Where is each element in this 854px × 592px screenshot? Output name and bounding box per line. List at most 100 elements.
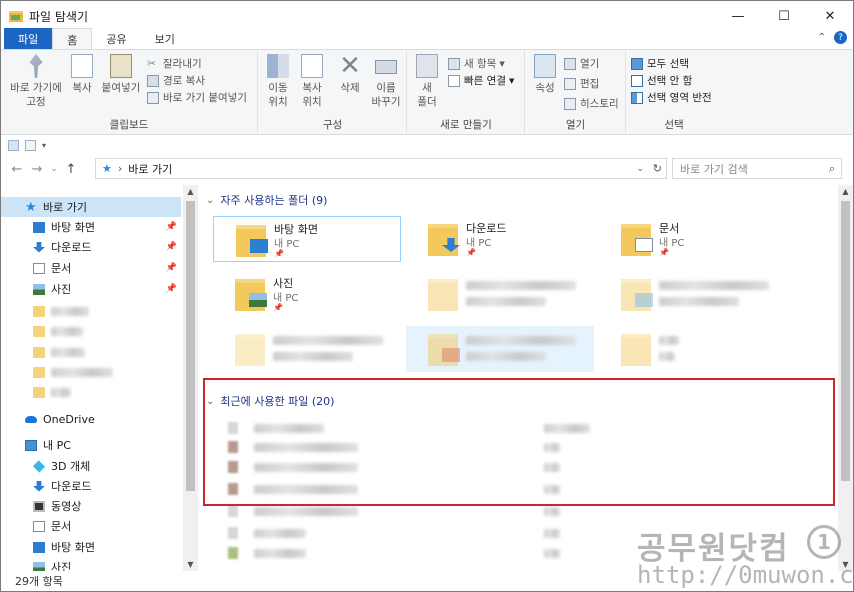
nav-item-redacted[interactable] — [1, 301, 181, 321]
folder-tile-redacted[interactable] — [599, 326, 787, 372]
new-item-icon — [448, 57, 460, 70]
computer-icon — [25, 439, 37, 451]
search-icon[interactable]: ⌕ — [829, 162, 835, 176]
list-item[interactable] — [228, 525, 560, 541]
nav-item-redacted[interactable] — [1, 321, 181, 341]
path-icon — [147, 74, 159, 87]
nav-item-3d-objects[interactable]: 3D 개체 — [1, 456, 181, 476]
maximize-button[interactable]: ☐ — [761, 1, 807, 31]
nav-item-videos[interactable]: 동영상 — [1, 496, 181, 516]
scroll-up-arrow-icon[interactable]: ▲ — [183, 187, 198, 196]
copy-to-button[interactable]: 복사 위치 — [297, 54, 327, 109]
navigation-scrollbar[interactable]: ▲ ▼ — [183, 185, 198, 571]
nav-item-redacted[interactable] — [1, 342, 181, 362]
select-none-button[interactable]: 선택 안 함 — [631, 73, 692, 88]
list-item[interactable] — [228, 545, 560, 561]
pin-quick-access-button[interactable]: 바로 가기에 고정 — [7, 54, 65, 109]
collapse-ribbon-chevron-icon[interactable]: ⌃ — [818, 32, 826, 43]
cut-button[interactable]: ✂ 잘라내기 — [147, 56, 202, 71]
scroll-thumb[interactable] — [186, 201, 195, 491]
folder-tile-redacted[interactable] — [406, 271, 594, 317]
search-box[interactable]: 바로 가기 검색 ⌕ — [672, 158, 842, 179]
new-group: 새 폴더 새 항목 ▼ 빠른 연결 ▼ 새로 만들기 — [408, 50, 525, 135]
nav-item-pc-desktop[interactable]: 바탕 화면 — [1, 537, 181, 557]
open-button[interactable]: 열기 — [564, 56, 599, 71]
breadcrumb-chevron-icon[interactable]: › — [118, 162, 122, 175]
pictures-overlay-icon — [249, 293, 267, 307]
up-arrow-icon[interactable]: ↑ — [61, 162, 81, 177]
watermark-seal-icon: 1 — [807, 525, 841, 559]
desktop-icon — [33, 541, 45, 553]
refresh-icon[interactable]: ↻ — [653, 162, 662, 175]
search-input[interactable]: 바로 가기 검색 — [680, 161, 748, 177]
content-scrollbar[interactable]: ▲ ▼ — [838, 185, 853, 571]
scroll-up-arrow-icon[interactable]: ▲ — [838, 187, 853, 196]
nav-item-pc-documents[interactable]: 문서 — [1, 516, 181, 536]
breadcrumb-quick-access[interactable]: 바로 가기 — [128, 161, 172, 177]
select-all-button[interactable]: 모두 선택 — [631, 56, 689, 71]
nav-item-downloads[interactable]: 다운로드 📌 — [1, 237, 181, 257]
back-arrow-icon[interactable]: ← — [7, 162, 27, 177]
properties-check-icon[interactable] — [8, 139, 19, 151]
address-bar[interactable]: ★ › 바로 가기 ⌄ ↻ — [95, 158, 667, 179]
clipboard-group: 바로 가기에 고정 복사 붙여넣기 ✂ 잘라내기 경로 복사 바로 가기 붙여넣… — [1, 50, 258, 135]
customize-dropdown-icon[interactable]: ▾ — [42, 141, 46, 150]
folder-tile-pictures[interactable]: 사진 내 PC 📌 — [213, 271, 401, 317]
folder-tile-downloads[interactable]: 다운로드 내 PC 📌 — [406, 216, 594, 262]
edit-button[interactable]: 편집 — [564, 76, 599, 91]
forward-arrow-icon[interactable]: → — [27, 162, 47, 177]
nav-onedrive[interactable]: OneDrive — [1, 409, 181, 429]
folder-tile-documents[interactable]: 문서 내 PC 📌 — [599, 216, 787, 262]
paste-shortcut-button[interactable]: 바로 가기 붙여넣기 — [147, 90, 247, 105]
document-icon — [33, 520, 45, 532]
collapse-chevron-icon[interactable]: ⌄ — [206, 195, 214, 206]
nav-item-desktop[interactable]: 바탕 화면 📌 — [1, 217, 181, 237]
rename-button[interactable]: 이름 바꾸기 — [369, 54, 403, 109]
move-to-button[interactable]: 이동 위치 — [263, 54, 293, 109]
address-dropdown-icon[interactable]: ⌄ — [636, 164, 644, 174]
folder-tile-redacted[interactable] — [213, 326, 401, 372]
dropdown-arrow-icon: ▼ — [499, 59, 505, 68]
nav-quick-access[interactable]: ★ 바로 가기 — [1, 197, 181, 217]
nav-item-redacted[interactable] — [1, 362, 181, 382]
folder-tile-desktop[interactable]: 바탕 화면 내 PC 📌 — [213, 216, 401, 262]
tab-share[interactable]: 공유 — [92, 28, 140, 50]
rename-icon — [375, 60, 397, 74]
delete-button[interactable]: ✕ 삭제 — [335, 53, 365, 95]
folder-tile-redacted[interactable] — [599, 271, 787, 317]
new-folder-button[interactable]: 새 폴더 — [412, 54, 442, 109]
new-folder-icon[interactable] — [25, 139, 36, 151]
close-button[interactable]: ✕ — [807, 1, 853, 31]
nav-item-redacted[interactable] — [1, 382, 181, 402]
easy-access-button[interactable]: 빠른 연결 ▼ — [448, 73, 514, 88]
frequent-folders-header[interactable]: ⌄ 자주 사용하는 폴더 (9) — [206, 192, 327, 208]
pin-icon: 📌 — [273, 303, 283, 312]
nav-item-pc-downloads[interactable]: 다운로드 — [1, 476, 181, 496]
minimize-button[interactable]: — — [715, 1, 761, 31]
invert-selection-button[interactable]: 선택 영역 반전 — [631, 90, 712, 105]
file-icon — [228, 547, 238, 559]
download-arrow-icon — [33, 480, 45, 492]
move-icon — [267, 54, 289, 78]
recent-locations-chevron-icon[interactable]: ⌄ — [47, 164, 61, 174]
paste-button[interactable]: 붙여넣기 — [101, 54, 141, 95]
quick-access-toolbar: ▾ — [1, 136, 853, 154]
invert-selection-icon — [631, 91, 643, 104]
copy-button[interactable]: 복사 — [67, 54, 97, 95]
scroll-down-arrow-icon[interactable]: ▼ — [183, 560, 198, 569]
help-icon[interactable]: ? — [834, 31, 847, 44]
tab-home[interactable]: 홈 — [52, 28, 93, 50]
new-item-button[interactable]: 새 항목 ▼ — [448, 56, 505, 71]
nav-item-documents[interactable]: 문서 📌 — [1, 258, 181, 278]
tab-file[interactable]: 파일 — [4, 28, 53, 50]
history-button[interactable]: 히스토리 — [564, 96, 619, 111]
folder-tile-redacted[interactable] — [406, 326, 594, 372]
tab-view[interactable]: 보기 — [141, 28, 189, 50]
scroll-thumb[interactable] — [841, 201, 850, 481]
nav-item-pictures[interactable]: 사진 📌 — [1, 279, 181, 299]
nav-this-pc[interactable]: 내 PC — [1, 435, 181, 455]
properties-button[interactable]: 속성 — [530, 54, 560, 95]
nav-item-pc-pictures[interactable]: 사진 — [1, 557, 181, 571]
ribbon-tabs: 파일 홈 공유 보기 ⌃ ? — [1, 28, 853, 50]
copy-path-button[interactable]: 경로 복사 — [147, 73, 205, 88]
